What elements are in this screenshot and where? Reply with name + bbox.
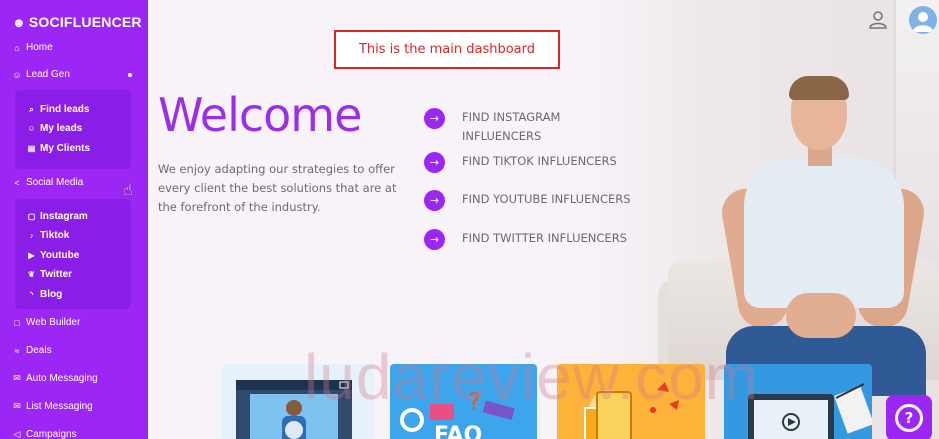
sidebar-subitem-find-leads[interactable]: ⌕ Find leads <box>27 104 89 115</box>
subitem-label: Find leads <box>40 104 90 115</box>
link-label: FIND YOUTUBE INFLUENCERS <box>462 192 631 206</box>
youtube-icon: ▶ <box>28 251 35 260</box>
sidebar-subitem-my-clients[interactable]: ▤ My Clients <box>27 143 90 154</box>
sidebar-item-label: Auto Messaging <box>26 373 98 384</box>
sidebar-subitem-blog[interactable]: ◝ Blog <box>27 289 62 300</box>
share-icon: < <box>14 177 20 188</box>
sidebar-item-label: List Messaging <box>26 401 93 412</box>
arrow-right-icon: → <box>424 152 445 173</box>
sidebar-item-home[interactable]: ⌂ Home <box>12 42 53 53</box>
find-instagram-link[interactable]: → FIND INSTAGRAM INFLUENCERS <box>424 108 592 146</box>
people-logo-icon: ☻ <box>12 14 26 30</box>
subitem-label: Instagram <box>40 211 88 222</box>
handshake-icon: ≈ <box>14 345 20 356</box>
home-icon: ⌂ <box>14 42 20 53</box>
sidebar-item-label: Home <box>26 42 53 53</box>
sidebar-item-label: Deals <box>26 345 52 356</box>
subitem-label: Blog <box>40 289 63 300</box>
page-title: Welcome <box>158 88 362 142</box>
users-icon: ☺ <box>12 69 22 80</box>
sidebar: ☻ SOCI FLUENCER ⌂ Home ☺ Lead Gen ⌕ Find … <box>0 0 148 439</box>
search-icon: ⌕ <box>29 104 34 114</box>
find-tiktok-link[interactable]: → FIND TIKTOK INFLUENCERS <box>424 152 652 173</box>
expand-dot-icon <box>128 73 132 77</box>
hero-tagline: We enjoy adapting our strategies to offe… <box>158 162 397 214</box>
sidebar-item-label: Lead Gen <box>26 69 70 80</box>
link-label: FIND INSTAGRAM INFLUENCERS <box>462 110 561 143</box>
sidebar-subitem-instagram[interactable]: ▢ Instagram <box>27 211 88 222</box>
subitem-label: Youtube <box>40 250 80 261</box>
watermark-text: ludareview.com <box>304 341 760 413</box>
find-twitter-link[interactable]: → FIND TWITTER INFLUENCERS <box>424 229 652 250</box>
sidebar-item-label: Web Builder <box>26 317 81 328</box>
sidebar-subitem-youtube[interactable]: ▶ Youtube <box>27 250 79 261</box>
logo-prefix: SOCI <box>28 14 64 30</box>
rss-icon: ◝ <box>29 290 34 299</box>
brand-logo[interactable]: ☻ SOCI FLUENCER <box>12 14 142 30</box>
svg-text:FAQ: FAQ <box>434 423 482 439</box>
main-dashboard: This is the main dashboard Welcome We en… <box>148 0 939 439</box>
sidebar-item-label: Campaigns <box>26 429 77 439</box>
arrow-right-icon: → <box>424 190 445 211</box>
sidebar-item-auto-messaging[interactable]: ✉ Auto Messaging <box>12 373 98 384</box>
instagram-icon: ▢ <box>27 212 36 221</box>
help-button[interactable]: ? <box>886 395 932 439</box>
link-label: FIND TWITTER INFLUENCERS <box>462 231 627 245</box>
sidebar-subitem-my-leads[interactable]: ☺ My leads <box>27 123 82 134</box>
users-icon: ☺ <box>27 124 36 133</box>
envelope-icon: ✉ <box>13 373 21 383</box>
logo-suffix: FLUENCER <box>63 14 142 30</box>
sidebar-subitem-tiktok[interactable]: ♪ Tiktok <box>27 230 70 241</box>
arrow-right-icon: → <box>424 108 445 129</box>
sidebar-subitem-twitter[interactable]: ❦ Twitter <box>27 269 72 280</box>
annotation-callout: This is the main dashboard <box>334 30 560 69</box>
user-icon[interactable] <box>868 10 888 30</box>
subitem-label: My Clients <box>40 143 91 154</box>
find-youtube-link[interactable]: → FIND YOUTUBE INFLUENCERS <box>424 190 652 211</box>
subitem-label: My leads <box>40 123 83 134</box>
twitter-icon: ❦ <box>28 270 35 279</box>
avatar[interactable] <box>909 6 937 34</box>
layout-icon: □ <box>14 317 20 328</box>
hero-person-image <box>716 76 928 396</box>
subitem-label: Tiktok <box>40 230 70 241</box>
sidebar-item-list-messaging[interactable]: ✉ List Messaging <box>12 401 93 412</box>
sidebar-item-deals[interactable]: ≈ Deals <box>12 345 52 356</box>
list-icon: ✉ <box>13 401 21 411</box>
sidebar-item-web-builder[interactable]: □ Web Builder <box>12 317 80 328</box>
tiktok-icon: ♪ <box>29 231 34 240</box>
link-label: FIND TIKTOK INFLUENCERS <box>462 154 617 168</box>
sidebar-item-campaigns[interactable]: ◁ Campaigns <box>12 429 77 439</box>
megaphone-icon: ◁ <box>13 429 21 439</box>
sidebar-item-label: Social Media <box>26 177 84 188</box>
question-icon: ? <box>895 404 923 432</box>
briefcase-icon: ▤ <box>27 144 36 153</box>
sidebar-item-lead-gen[interactable]: ☺ Lead Gen <box>12 69 70 80</box>
arrow-right-icon: → <box>424 229 445 250</box>
sidebar-item-social-media[interactable]: < Social Media <box>12 177 83 188</box>
subitem-label: Twitter <box>40 269 73 280</box>
hand-cursor-icon: ☝ <box>123 180 133 199</box>
